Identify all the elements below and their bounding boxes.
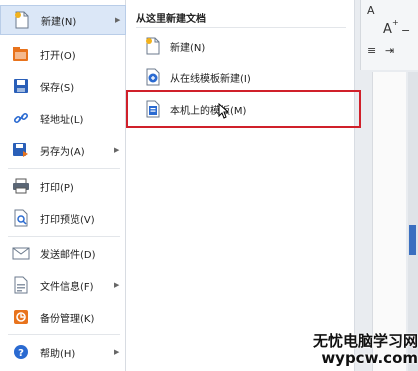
submenu-item-new-blank[interactable]: 新建(N) [126,32,355,60]
menu-item-light-link[interactable]: 轻地址(L) [0,103,126,133]
menu-item-save[interactable]: 保存(S) [0,71,126,101]
new-submenu: 从这里新建文档 新建(N) 从在线模板新建(I) 本机上的模板(M) [126,0,355,371]
toolbar-align-icon[interactable]: ≡ [367,44,376,57]
menu-item-label: 帮助(H) [40,348,76,360]
help-icon: ? [12,343,30,361]
menu-item-send-mail[interactable]: 发送邮件(D) [0,238,126,268]
submenu-arrow-icon: ▶ [115,16,121,24]
save-as-icon [12,141,30,159]
submenu-arrow-icon: ▶ [114,281,120,289]
print-preview-icon [12,209,30,227]
mouse-cursor-icon [218,102,230,122]
mail-icon [12,244,30,262]
menu-separator [8,236,120,237]
menu-item-label: 轻地址(L) [40,114,84,126]
menu-item-file-info[interactable]: 文件信息(F) ▶ [0,270,126,300]
toolbar-glyph-a[interactable]: A [367,4,375,17]
menu-item-backup[interactable]: 备份管理(K) [0,302,126,332]
submenu-arrow-icon: ▶ [114,348,120,356]
document-area [372,72,406,371]
menu-item-label: 打印预览(V) [40,214,95,226]
svg-text:?: ? [18,348,24,359]
menu-item-print-preview[interactable]: 打印预览(V) [0,203,126,233]
menu-item-label: 打开(O) [40,50,76,62]
save-icon [12,77,30,95]
submenu-title: 从这里新建文档 [136,14,206,25]
menu-item-label: 新建(N) [41,16,77,28]
submenu-item-label: 新建(N) [170,42,206,54]
submenu-divider [136,27,346,28]
app-toolbar: A A + − ≡ ⇥ [360,0,418,70]
menu-item-new[interactable]: 新建(N) ▶ [0,5,126,35]
toolbar-font-size-a[interactable]: A [383,22,392,37]
file-menu: 新建(N) ▶ 打开(O) 保存(S) 轻地址(L) 另存为(A) ▶ 打印(P… [0,0,126,371]
online-template-icon [144,68,162,86]
menu-item-save-as[interactable]: 另存为(A) ▶ [0,135,126,165]
menu-separator [8,334,120,335]
vertical-scrollbar[interactable] [408,72,418,371]
menu-item-label: 另存为(A) [40,146,85,158]
file-info-icon [12,276,30,294]
scrollbar-thumb[interactable] [409,225,416,255]
submenu-item-label: 从在线模板新建(I) [170,73,251,85]
menu-item-open[interactable]: 打开(O) [0,39,126,69]
link-icon [12,109,30,127]
toolbar-grow-font[interactable]: + [392,18,399,27]
menu-item-help[interactable]: ? 帮助(H) ▶ [0,337,126,367]
menu-item-label: 发送邮件(D) [40,249,96,261]
toolbar-indent-icon[interactable]: ⇥ [385,44,394,57]
menu-item-label: 打印(P) [40,182,74,194]
highlight-annotation-box [126,90,361,128]
blank-document-icon [144,37,162,55]
open-folder-icon [12,45,30,63]
toolbar-shrink-font[interactable]: − [401,24,410,37]
new-document-icon [13,11,31,29]
backup-icon [12,308,30,326]
print-icon [12,177,30,195]
submenu-item-online-template[interactable]: 从在线模板新建(I) [126,63,355,91]
menu-separator [8,168,120,169]
submenu-arrow-icon: ▶ [114,146,120,154]
menu-item-label: 保存(S) [40,82,75,94]
menu-item-label: 备份管理(K) [40,313,95,325]
menu-item-print[interactable]: 打印(P) [0,171,126,201]
menu-item-label: 文件信息(F) [40,281,94,293]
